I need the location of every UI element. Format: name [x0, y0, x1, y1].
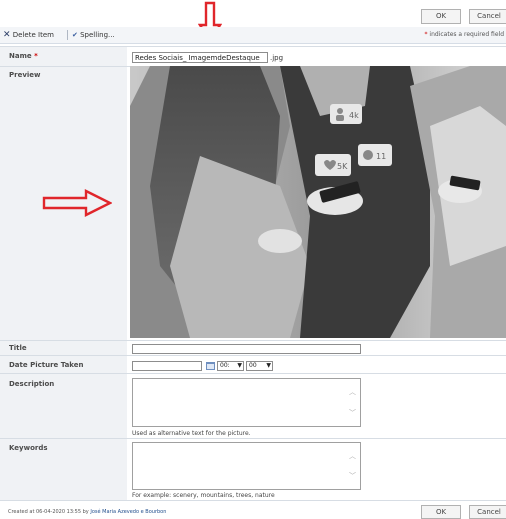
keywords-label: Keywords [9, 444, 48, 452]
delete-item-label: Delete Item [12, 31, 54, 39]
scroll-up-icon[interactable]: ︿ [349, 451, 356, 461]
scroll-down-icon[interactable]: ﹀ [349, 408, 356, 418]
required-note: * indicates a required field [424, 31, 505, 38]
created-by-link[interactable]: José Maria Azevedo e Bourbon [90, 509, 166, 515]
description-textarea[interactable]: ︿ ﹀ [132, 378, 361, 427]
description-value-cell: ︿ ﹀ Used as alternative text for the pic… [127, 373, 506, 438]
keywords-value-cell: ︿ ﹀ For example: scenery, mountains, tre… [127, 438, 506, 501]
date-label: Date Picture Taken [9, 361, 84, 369]
date-value-cell: 00: ▼ 00 ▼ [127, 355, 506, 373]
cancel-button-top[interactable]: Cancel [469, 9, 506, 24]
date-input[interactable] [132, 361, 202, 371]
delete-x-icon: ✕ [3, 30, 11, 40]
ok-button-bottom[interactable]: OK [421, 505, 461, 519]
keywords-textarea[interactable]: ︿ ﹀ [132, 442, 361, 490]
cancel-button-bottom[interactable]: Cancel [469, 505, 506, 519]
delete-item-button[interactable]: ✕ Delete Item [3, 27, 54, 43]
name-label: Name * [9, 52, 38, 60]
spelling-label: Spelling... [80, 31, 115, 39]
created-info: Created at 06-04-2020 13:55 by José Mari… [8, 509, 167, 515]
description-scrollbar[interactable]: ︿ ﹀ [349, 381, 358, 424]
name-label-cell: Name * [0, 46, 127, 66]
description-label: Description [9, 380, 55, 388]
chevron-down-icon: ▼ [266, 362, 271, 369]
ok-button-top[interactable]: OK [421, 9, 461, 24]
chevron-down-icon: ▼ [237, 362, 242, 369]
preview-image: 4k 5K 11 [130, 66, 506, 338]
date-label-cell: Date Picture Taken [0, 355, 127, 373]
toolbar-divider [67, 30, 68, 40]
minute-select[interactable]: 00 ▼ [246, 361, 273, 371]
spelling-check-icon: ✔ [72, 31, 78, 39]
title-input[interactable] [132, 344, 361, 354]
title-value-cell [127, 340, 506, 355]
svg-text:11: 11 [376, 152, 386, 161]
heart-notification-icon: 5K [315, 154, 351, 176]
spelling-button[interactable]: ✔ Spelling... [72, 27, 115, 43]
description-hint: Used as alternative text for the picture… [132, 430, 251, 437]
keywords-scrollbar[interactable]: ︿ ﹀ [349, 445, 358, 487]
name-value-cell: Redes Sociais_ ImagemdeDestaque .jpg [127, 46, 506, 66]
description-label-cell: Description [0, 373, 127, 438]
preview-label-cell: Preview [0, 66, 127, 340]
svg-text:5K: 5K [337, 162, 348, 171]
keywords-label-cell: Keywords [0, 438, 127, 501]
keywords-hint: For example: scenery, mountains, trees, … [132, 492, 275, 499]
name-extension: .jpg [270, 54, 284, 62]
title-label-cell: Title [0, 340, 127, 355]
name-input[interactable]: Redes Sociais_ ImagemdeDestaque [132, 52, 268, 63]
title-label: Title [9, 344, 27, 352]
scroll-up-icon[interactable]: ︿ [349, 387, 356, 397]
hour-select[interactable]: 00: ▼ [217, 361, 244, 371]
calendar-icon[interactable] [206, 362, 215, 370]
svg-text:4k: 4k [349, 111, 359, 120]
people-notification-icon: 4k [330, 104, 362, 124]
scroll-down-icon[interactable]: ﹀ [349, 471, 356, 481]
toolbar: ✕ Delete Item ✔ Spelling... * indicates … [0, 27, 506, 44]
comment-notification-icon: 11 [358, 144, 392, 166]
annotation-arrow-right-icon [42, 189, 112, 217]
preview-label: Preview [9, 71, 41, 79]
